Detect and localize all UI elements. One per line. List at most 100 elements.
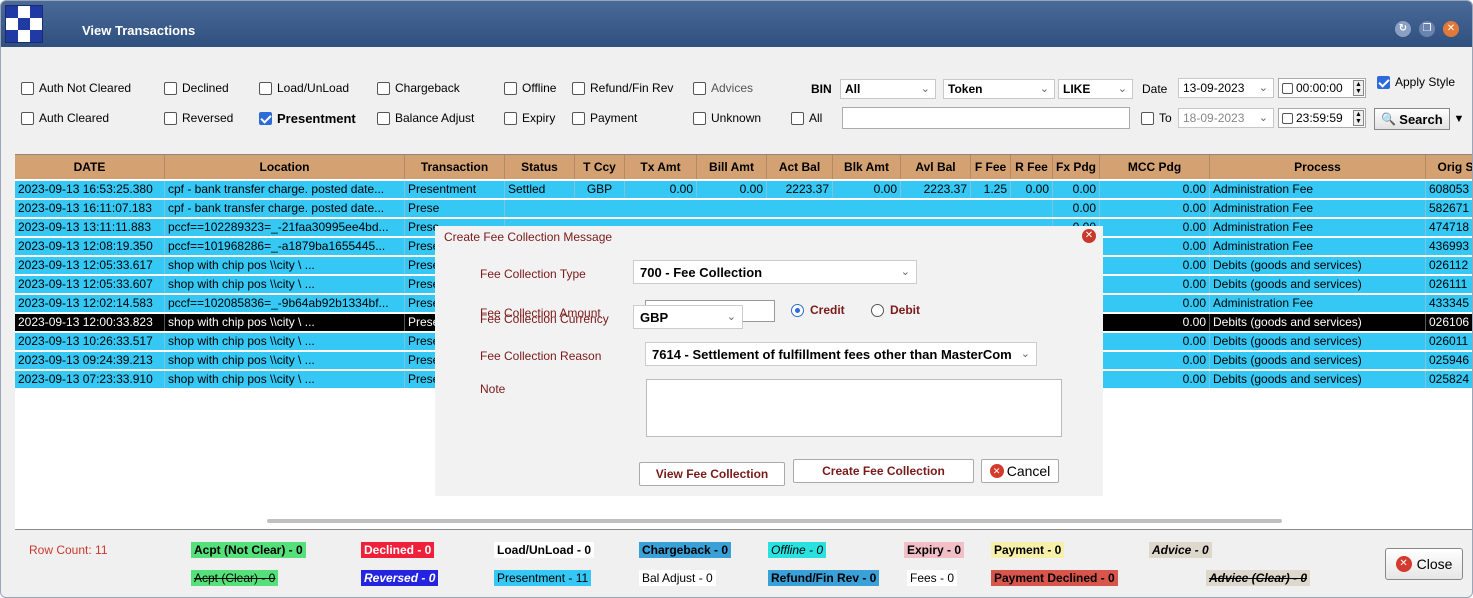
column-header-f-fee[interactable]: F Fee — [971, 155, 1011, 179]
legend-item: Payment Declined - 0 — [991, 570, 1118, 586]
filter-reversed[interactable]: Reversed — [164, 111, 233, 125]
checkbox[interactable] — [377, 111, 390, 125]
cell-status: Settled — [505, 181, 575, 198]
checkbox[interactable] — [21, 81, 34, 95]
filter-chargeback[interactable]: Chargeback — [377, 81, 460, 95]
apply-style-checkbox[interactable]: Apply Style — [1377, 75, 1455, 89]
table-row[interactable]: 2023-09-13 16:53:25.380 cpf - bank trans… — [15, 181, 1472, 198]
filter-balance-adjust[interactable]: Balance Adjust — [377, 111, 474, 125]
refresh-icon[interactable]: ↻ — [1395, 21, 1411, 37]
column-header-transaction[interactable]: Transaction — [405, 155, 505, 179]
horizontal-scrollbar[interactable] — [267, 519, 1282, 523]
filter-offline[interactable]: Offline — [504, 81, 556, 95]
column-header-blk-amt[interactable]: Blk Amt — [833, 155, 901, 179]
restore-window-icon[interactable]: ❐ — [1419, 21, 1435, 37]
filter-unknown[interactable]: Unknown — [693, 111, 761, 125]
filter-load-unload[interactable]: Load/UnLoad — [259, 81, 349, 95]
checkbox[interactable] — [1377, 75, 1390, 89]
column-header-date[interactable]: DATE — [15, 155, 165, 179]
cell-location: shop with chip pos \\city \ ... — [165, 276, 405, 293]
table-row[interactable]: 2023-09-13 16:11:07.183 cpf - bank transf… — [15, 200, 1472, 217]
radio-button[interactable] — [871, 303, 884, 317]
view-fee-collection-button[interactable]: View Fee Collection — [639, 462, 785, 486]
checkbox[interactable] — [1141, 111, 1154, 125]
cell-date: 2023-09-13 12:00:33.823 — [15, 314, 165, 331]
column-header-mcc-pdg[interactable]: MCC Pdg — [1100, 155, 1210, 179]
search-button[interactable]: 🔍 Search — [1374, 108, 1450, 130]
fee-reason-select[interactable]: 7614 - Settlement of fulfillment fees ot… — [645, 342, 1037, 366]
checkbox[interactable] — [504, 81, 517, 95]
cell-process: Debits (goods and services) — [1210, 371, 1426, 388]
spinner-icon[interactable]: ▲ ▼ — [1353, 110, 1364, 126]
checkbox[interactable] — [1282, 112, 1293, 124]
column-header-process[interactable]: Process — [1210, 155, 1426, 179]
checkbox[interactable] — [259, 112, 272, 125]
close-button[interactable]: ✕ Close — [1385, 548, 1463, 580]
filter-all[interactable]: All — [791, 111, 822, 125]
column-header-location[interactable]: Location — [165, 155, 405, 179]
checkbox[interactable] — [1282, 82, 1293, 94]
cell-process: Administration Fee — [1210, 238, 1426, 255]
checkbox[interactable] — [693, 111, 706, 125]
checkbox[interactable] — [791, 111, 804, 125]
time-to-field[interactable]: 23:59:59 ▲ ▼ — [1278, 108, 1366, 128]
checkbox[interactable] — [572, 81, 585, 95]
note-textarea[interactable] — [646, 379, 1062, 437]
like-select[interactable]: LIKE ⌄ — [1058, 79, 1133, 99]
credit-radio[interactable]: Credit — [791, 303, 845, 317]
checkbox[interactable] — [377, 81, 390, 95]
create-fee-collection-button[interactable]: Create Fee Collection — [793, 459, 974, 483]
column-header-fx-pdg[interactable]: Fx Pdg — [1053, 155, 1100, 179]
column-header-act-bal[interactable]: Act Bal — [767, 155, 833, 179]
search-text-input[interactable] — [842, 107, 1130, 129]
cell-location: pccf==102289323=_-21faa30995ee4bd... — [165, 219, 405, 236]
date-to-picker[interactable]: 18-09-2023 ⌄ — [1178, 108, 1274, 128]
checkbox[interactable] — [504, 111, 517, 125]
cell-date: 2023-09-13 07:23:33.910 — [15, 371, 165, 388]
checkbox[interactable] — [21, 111, 34, 125]
checkbox[interactable] — [164, 81, 177, 95]
checkbox[interactable] — [693, 81, 706, 95]
note-label: Note — [480, 382, 506, 396]
filter-expiry[interactable]: Expiry — [504, 111, 555, 125]
filter-presentment[interactable]: Presentment — [259, 111, 356, 126]
to-date-checkbox[interactable]: To — [1141, 111, 1172, 125]
filter-advices[interactable]: Advices — [693, 81, 753, 95]
close-icon[interactable]: ✕ — [1082, 229, 1096, 243]
spinner-icon[interactable]: ▲ ▼ — [1353, 80, 1364, 96]
checkbox[interactable] — [259, 81, 272, 95]
column-header-t-ccy[interactable]: T Ccy — [575, 155, 625, 179]
cancel-button[interactable]: ✕ Cancel — [981, 459, 1059, 483]
cell-f-fee: 1.25 — [971, 181, 1011, 198]
column-header-avl-bal[interactable]: Avl Bal — [901, 155, 971, 179]
cell-bill-amt: 0.00 — [697, 181, 767, 198]
filter-payment[interactable]: Payment — [572, 111, 637, 125]
checkbox[interactable] — [572, 111, 585, 125]
debit-radio[interactable]: Debit — [871, 303, 920, 317]
column-header-r-fee[interactable]: R Fee — [1011, 155, 1053, 179]
column-header-tx-amt[interactable]: Tx Amt — [625, 155, 697, 179]
date-from-picker[interactable]: 13-09-2023 ⌄ — [1178, 78, 1274, 98]
column-header-bill-amt[interactable]: Bill Amt — [697, 155, 767, 179]
bin-select[interactable]: All ⌄ — [840, 79, 936, 99]
token-select[interactable]: Token ⌄ — [943, 79, 1055, 99]
cell-location: shop with chip pos \\city \ ... — [165, 352, 405, 369]
cell-process: Debits (goods and services) — [1210, 352, 1426, 369]
fee-currency-select[interactable]: GBP ⌄ — [633, 305, 743, 329]
radio-button[interactable] — [791, 303, 804, 317]
cell-mcc-pdg: 0.00 — [1100, 371, 1210, 388]
cell-date: 2023-09-13 12:05:33.607 — [15, 276, 165, 293]
column-header-status[interactable]: Status — [505, 155, 575, 179]
legend-item: Acpt (Not Clear) - 0 — [191, 542, 306, 558]
checkbox[interactable] — [164, 111, 177, 125]
column-header-orig[interactable]: Orig S — [1426, 155, 1472, 179]
time-from-field[interactable]: 00:00:00 ▲ ▼ — [1278, 78, 1366, 98]
filter-auth-cleared[interactable]: Auth Cleared — [21, 111, 109, 125]
filter-refund-fin-rev[interactable]: Refund/Fin Rev — [572, 81, 673, 95]
cell-process: Administration Fee — [1210, 200, 1426, 217]
search-dropdown-icon[interactable]: ▼ — [1452, 108, 1466, 130]
fee-type-select[interactable]: 700 - Fee Collection ⌄ — [633, 260, 917, 284]
filter-declined[interactable]: Declined — [164, 81, 229, 95]
filter-auth-not-cleared[interactable]: Auth Not Cleared — [21, 81, 131, 95]
close-window-icon[interactable]: ✕ — [1443, 21, 1459, 37]
